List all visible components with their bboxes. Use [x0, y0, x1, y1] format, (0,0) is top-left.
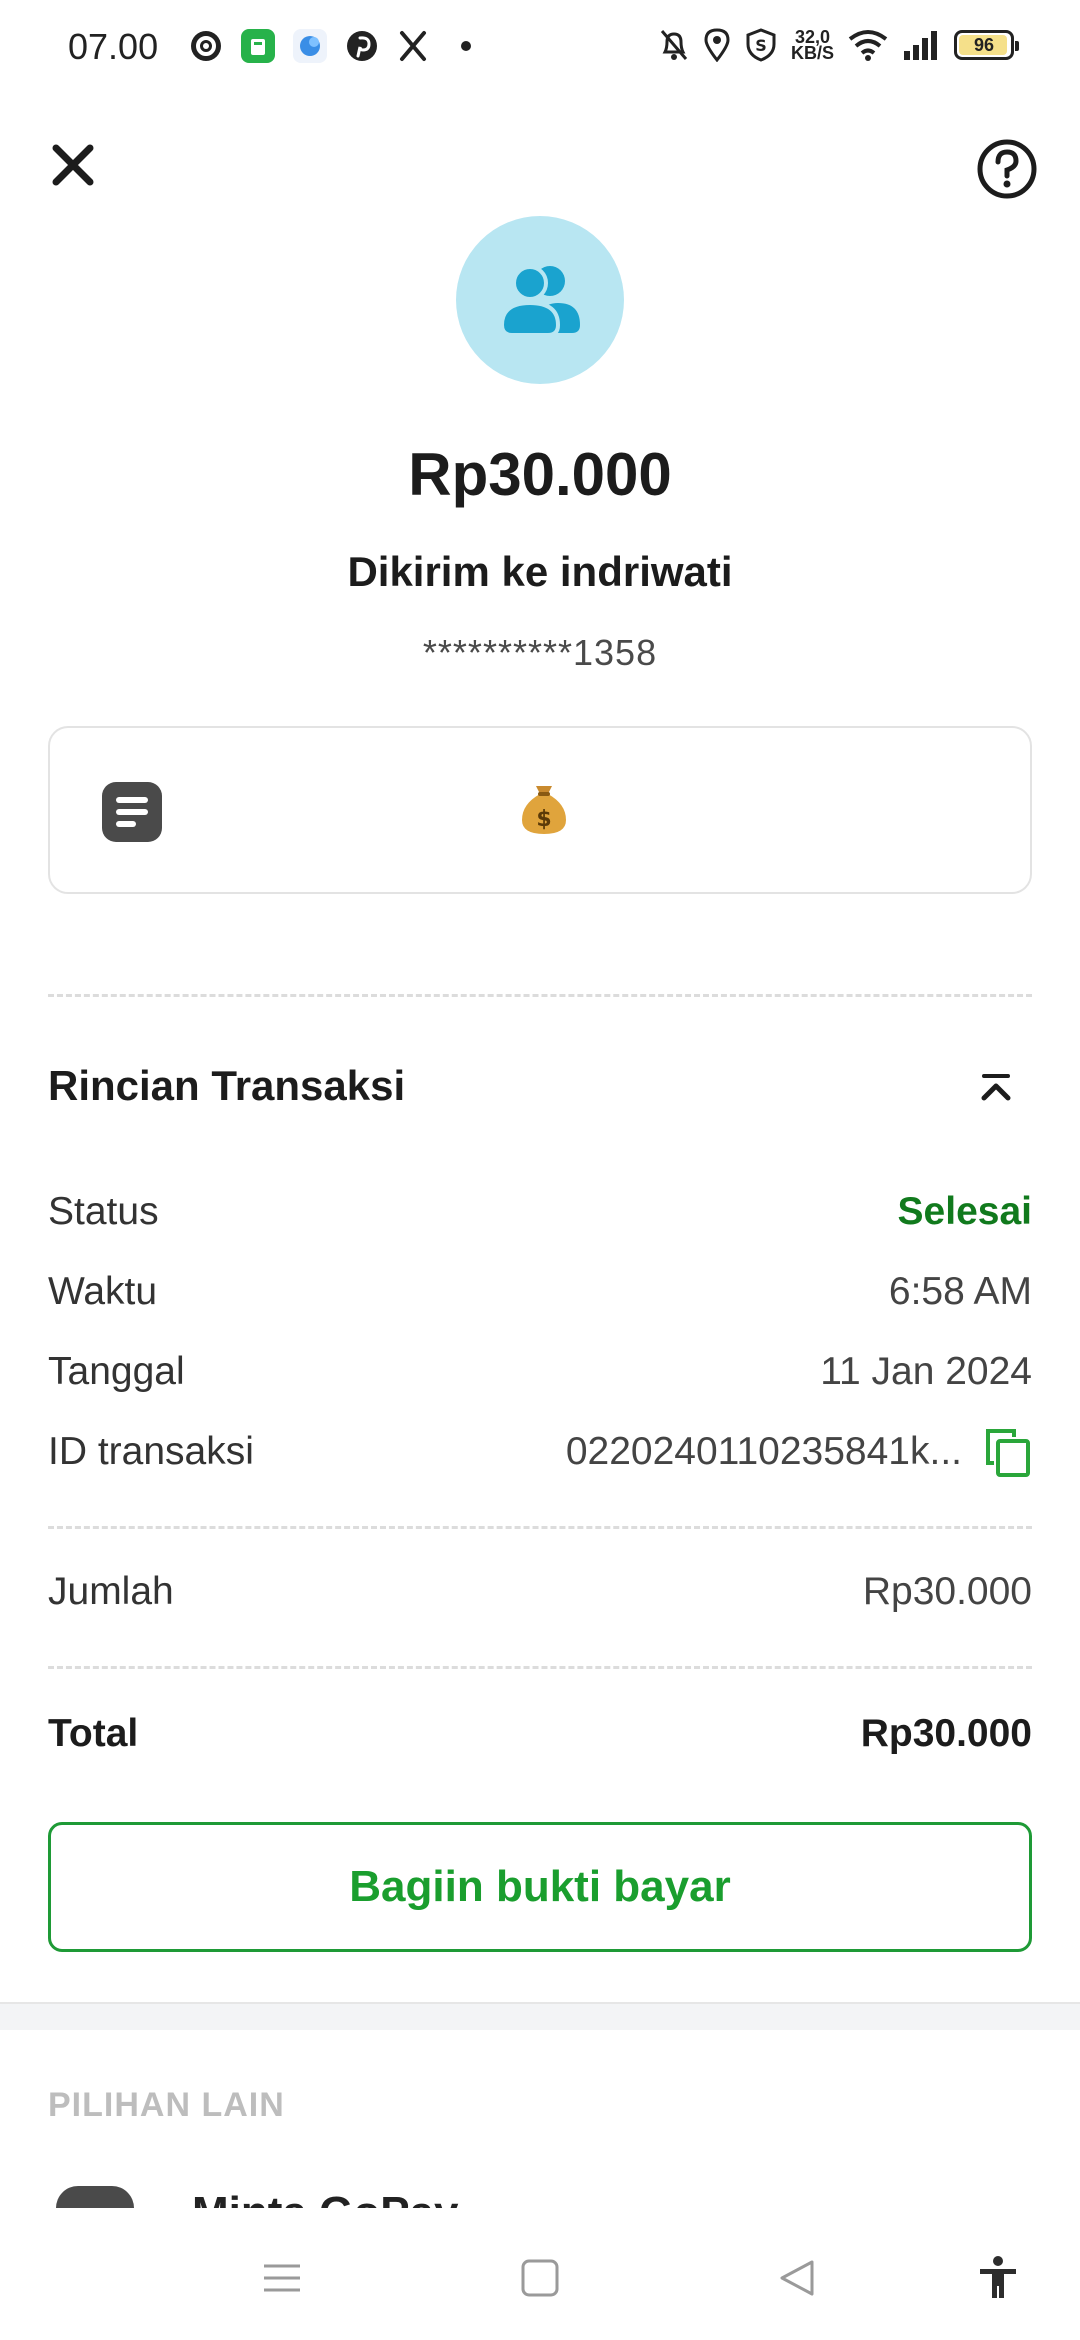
section-separator — [0, 2002, 1080, 2030]
x-app-icon — [396, 28, 432, 64]
money-bag-icon: $ — [522, 786, 566, 834]
divider — [48, 1666, 1032, 1669]
status-label: Status — [48, 1190, 159, 1233]
amount-value: Rp30.000 — [862, 1570, 1032, 1613]
battery-level: 96 — [973, 34, 995, 55]
transaction-details-title: Rincian Transaksi — [48, 1062, 406, 1109]
help-icon — [977, 139, 1037, 199]
close-button[interactable] — [48, 140, 98, 190]
pinterest-icon — [344, 28, 380, 64]
transaction-id-label: ID transaksi — [48, 1430, 254, 1473]
location-icon — [704, 28, 730, 62]
status-time: 07.00 — [68, 26, 159, 67]
total-row: Total Rp30.000 — [48, 1704, 1032, 1764]
copy-icon[interactable] — [984, 1427, 1032, 1477]
transfer-note-card: $ — [48, 726, 1032, 894]
recipient-account: **********1358 — [422, 632, 658, 673]
status-row: Status Selesai — [48, 1182, 1032, 1242]
request-gopay-label[interactable]: Minta GoPay — [192, 2188, 459, 2208]
transfer-amount: Rp30.000 — [408, 441, 672, 508]
accessibility-icon[interactable] — [974, 2254, 1022, 2302]
help-button[interactable] — [976, 138, 1038, 200]
menu-icon[interactable] — [258, 2254, 306, 2302]
signal-icon — [904, 31, 937, 60]
shop-app-icon — [240, 28, 276, 64]
chat-app-icon — [292, 28, 328, 64]
divider — [48, 1526, 1032, 1529]
share-receipt-button[interactable]: Bagiin bukti bayar — [48, 1822, 1032, 1952]
request-gopay-icon[interactable] — [56, 2186, 134, 2208]
collapse-details-button[interactable] — [972, 1068, 1020, 1108]
collapse-up-icon — [981, 1074, 1011, 1101]
other-options-title: PILIHAN LAIN — [48, 2086, 285, 2124]
more-notifications-dot — [448, 28, 484, 64]
transaction-id-value: 0220240110235841k... — [565, 1430, 962, 1473]
note-icon — [102, 782, 162, 842]
svg-text:S: S — [755, 36, 767, 55]
status-value: Selesai — [897, 1190, 1032, 1233]
date-row: Tanggal 11 Jan 2024 — [48, 1342, 1032, 1402]
wifi-icon — [848, 30, 888, 61]
recipient-avatar — [456, 216, 624, 384]
total-value: Rp30.000 — [860, 1712, 1032, 1755]
time-label: Waktu — [48, 1270, 158, 1313]
back-icon[interactable] — [774, 2254, 822, 2302]
status-bar: 07.00 S 32,0 KB/S 96 — [0, 0, 1080, 96]
mute-bell-icon — [660, 30, 688, 60]
transaction-id-group: 0220240110235841k... — [566, 1427, 1032, 1477]
transaction-id-row: ID transaksi 0220240110235841k... — [48, 1422, 1032, 1482]
svg-text:$: $ — [536, 807, 551, 832]
system-icons: S 32,0 KB/S 96 — [659, 27, 1019, 63]
time-row: Waktu 6:58 AM — [48, 1262, 1032, 1322]
divider — [48, 994, 1032, 997]
notification-icons — [188, 28, 484, 64]
network-speed: 32,0 KB/S — [790, 27, 834, 63]
home-icon[interactable] — [516, 2254, 564, 2302]
close-icon — [52, 144, 94, 186]
total-label: Total — [48, 1712, 139, 1755]
amount-row: Jumlah Rp30.000 — [48, 1562, 1032, 1622]
people-icon — [500, 265, 580, 337]
recipient-name: Dikirim ke indriwati — [347, 548, 733, 595]
time-value: 6:58 AM — [888, 1270, 1032, 1313]
amount-label: Jumlah — [48, 1570, 174, 1613]
gojek-icon — [188, 28, 224, 64]
date-value: 11 Jan 2024 — [820, 1350, 1032, 1393]
date-label: Tanggal — [48, 1350, 185, 1393]
battery-indicator: 96 — [954, 30, 1019, 60]
shield-icon: S — [746, 28, 776, 62]
